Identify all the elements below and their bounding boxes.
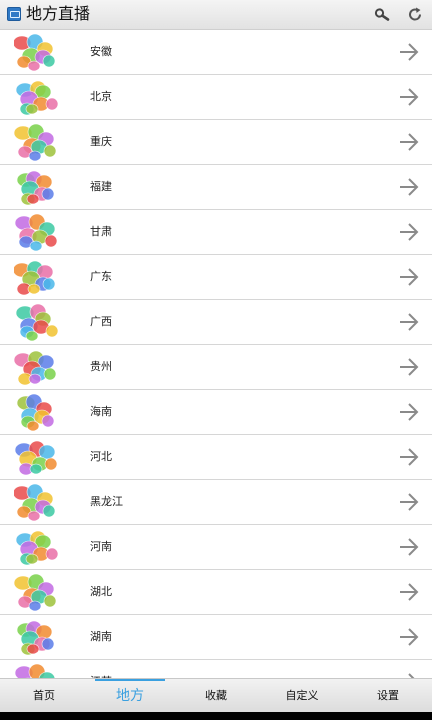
province-row[interactable]: 甘肃 <box>0 210 432 255</box>
province-label: 黑龙江 <box>90 495 123 508</box>
province-label: 海南 <box>90 405 112 418</box>
province-map-icon <box>13 347 62 387</box>
province-row[interactable]: 河北 <box>0 435 432 480</box>
arrow-right-icon[interactable] <box>398 177 420 197</box>
province-label: 河北 <box>90 450 112 463</box>
province-map-icon <box>14 392 62 432</box>
province-map-icon <box>12 482 62 522</box>
tab-0[interactable]: 首页 <box>1 679 87 713</box>
province-row[interactable]: 江苏 <box>0 660 432 678</box>
province-label: 贵州 <box>90 360 112 373</box>
arrow-right-icon[interactable] <box>398 132 420 152</box>
arrow-right-icon[interactable] <box>398 447 420 467</box>
arrow-right-icon[interactable] <box>398 537 420 557</box>
province-label: 安徽 <box>90 45 112 58</box>
province-list[interactable]: 安徽北京重庆福建甘肃广东广西贵州海南河北黑龙江河南湖北湖南江苏 <box>0 30 432 678</box>
province-map-icon <box>14 437 62 477</box>
arrow-right-icon[interactable] <box>398 357 420 377</box>
province-row[interactable]: 黑龙江 <box>0 480 432 525</box>
province-row[interactable]: 湖南 <box>0 615 432 660</box>
province-map-icon <box>12 32 62 72</box>
search-icon[interactable] <box>372 5 392 25</box>
province-label: 重庆 <box>90 135 112 148</box>
province-map-icon <box>14 527 62 567</box>
province-row[interactable]: 安徽 <box>0 30 432 75</box>
province-row[interactable]: 湖北 <box>0 570 432 615</box>
province-label: 广西 <box>90 315 112 328</box>
province-map-icon <box>13 122 62 162</box>
province-row[interactable]: 福建 <box>0 165 432 210</box>
arrow-right-icon[interactable] <box>398 87 420 107</box>
province-label: 广东 <box>90 270 112 283</box>
tab-2[interactable]: 收藏 <box>173 679 259 713</box>
tab-3[interactable]: 自定义 <box>259 679 345 713</box>
province-map-icon <box>12 257 62 297</box>
page-title: 地方直播 <box>26 4 91 23</box>
tv-app-icon <box>7 7 21 21</box>
arrow-right-icon[interactable] <box>398 402 420 422</box>
arrow-right-icon[interactable] <box>398 222 420 242</box>
province-label: 湖北 <box>90 585 112 598</box>
arrow-right-icon[interactable] <box>398 492 420 512</box>
province-row[interactable]: 重庆 <box>0 120 432 165</box>
province-row[interactable]: 海南 <box>0 390 432 435</box>
province-row[interactable]: 河南 <box>0 525 432 570</box>
arrow-right-icon[interactable] <box>398 267 420 287</box>
province-row[interactable]: 广西 <box>0 300 432 345</box>
tab-1[interactable]: 地方 <box>87 679 173 713</box>
province-label: 北京 <box>90 90 112 103</box>
bottom-tab-bar: 首页 地方 收藏 自定义 设置 <box>0 678 432 712</box>
tab-4[interactable]: 设置 <box>345 679 431 713</box>
province-label: 江苏 <box>90 660 112 678</box>
province-map-icon <box>14 662 62 678</box>
action-bar: 地方直播 <box>0 0 432 30</box>
province-map-icon <box>14 212 62 252</box>
province-row[interactable]: 广东 <box>0 255 432 300</box>
province-map-icon <box>14 77 62 117</box>
refresh-icon[interactable] <box>405 5 425 25</box>
province-label: 甘肃 <box>90 225 112 238</box>
province-label: 湖南 <box>90 630 112 643</box>
province-map-icon <box>13 572 62 612</box>
arrow-right-icon[interactable] <box>398 582 420 602</box>
province-map-icon <box>14 167 62 207</box>
province-map-icon <box>14 302 62 342</box>
arrow-right-icon[interactable] <box>398 312 420 332</box>
arrow-right-icon[interactable] <box>398 42 420 62</box>
province-row[interactable]: 北京 <box>0 75 432 120</box>
province-label: 河南 <box>90 540 112 553</box>
province-label: 福建 <box>90 180 112 193</box>
system-status-bar <box>0 712 432 720</box>
province-row[interactable]: 贵州 <box>0 345 432 390</box>
arrow-right-icon[interactable] <box>398 627 420 647</box>
province-map-icon <box>14 617 62 657</box>
